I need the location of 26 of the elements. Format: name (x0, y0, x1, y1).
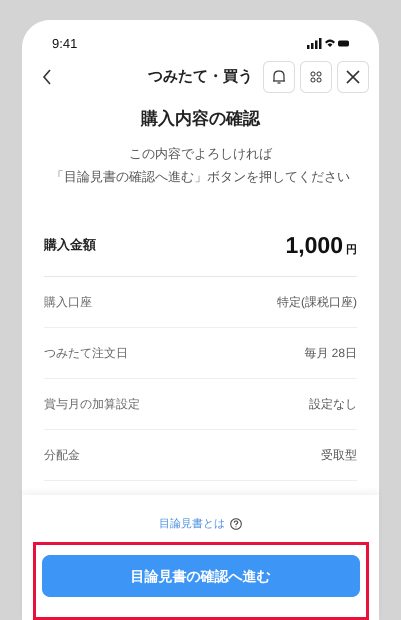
bell-icon (272, 69, 286, 86)
row-label: つみたて注文日 (44, 344, 128, 362)
screen-title: つみたて・買う (147, 67, 254, 88)
proceed-button[interactable]: 目論見書の確認へ進む (42, 555, 360, 597)
row-value: 受取型 (321, 446, 357, 464)
row-label: 分配金 (44, 446, 80, 464)
instruction-text: この内容でよろしければ (129, 144, 272, 162)
amount-value: 1,000 (285, 230, 343, 260)
row-value: 特定(課税口座) (277, 294, 357, 310)
menu-grid-button[interactable] (300, 61, 332, 94)
page-heading: 購入内容の確認 (140, 108, 262, 130)
help-icon (230, 518, 242, 530)
bell-button[interactable] (263, 61, 295, 94)
row-value: 設定なし (309, 396, 357, 412)
grid-icon (310, 71, 322, 84)
status-icons (307, 38, 349, 49)
currency-unit: 円 (346, 242, 357, 258)
status-time: 9:41 (52, 34, 78, 53)
prospectus-link[interactable]: 目論見書とは (159, 516, 242, 532)
row-label: 購入口座 (44, 294, 92, 310)
instruction-text: 「目論見書の確認へ進む」ボタンを押してください (51, 168, 350, 186)
row-value: 毎月 28日 (304, 344, 357, 362)
close-button[interactable] (337, 61, 369, 94)
close-icon (346, 70, 360, 84)
amount-label: 購入金額 (44, 236, 96, 254)
row-label: 賞与月の加算設定 (44, 396, 140, 412)
